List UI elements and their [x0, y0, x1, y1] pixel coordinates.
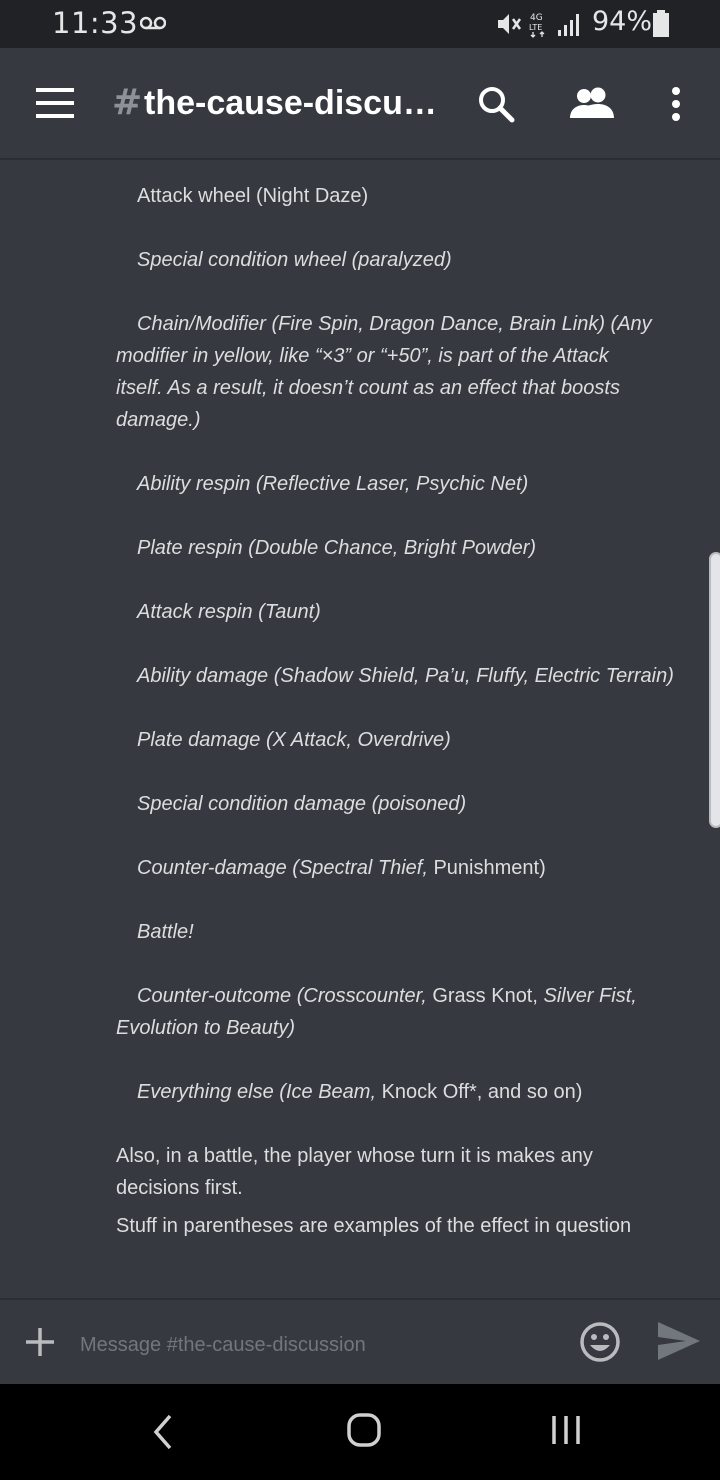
message-line: modifier in yellow, like “×3” or “+50”, …: [116, 340, 706, 372]
message-text: Punishment): [433, 857, 546, 879]
send-icon[interactable]: [656, 1320, 702, 1362]
message-text: modifier in yellow, like “×3” or “+50”, …: [116, 345, 609, 367]
message-text: Grass Knot,: [432, 985, 544, 1007]
message-line: damage.): [116, 404, 706, 436]
message-text: Knock Off*, and so on): [381, 1081, 583, 1103]
message-line: Chain/Modifier (Fire Spin, Dragon Dance,…: [116, 308, 706, 340]
message-line: Attack respin (Taunt): [116, 596, 706, 628]
message-text: Stuff in parentheses are examples of the…: [116, 1215, 632, 1237]
message-line: Special condition wheel (paralyzed): [116, 244, 706, 276]
home-icon[interactable]: [346, 1412, 382, 1448]
svg-text:LTE: LTE: [529, 23, 542, 32]
lte-icon: 4G LTE: [529, 13, 545, 38]
status-time: 11:33: [52, 6, 139, 40]
signal-icon: [558, 14, 579, 36]
search-icon[interactable]: [476, 84, 516, 124]
message-line: Ability damage (Shadow Shield, Pa’u, Flu…: [116, 660, 706, 692]
message-text: damage.): [116, 409, 201, 431]
message-line: Counter-outcome (Crosscounter, Grass Kno…: [116, 980, 706, 1012]
message-line: Battle!: [116, 916, 706, 948]
message-text: Attack wheel (Night Daze): [137, 185, 369, 207]
message-line: Plate damage (X Attack, Overdrive): [116, 724, 706, 756]
message-line: Ability respin (Reflective Laser, Psychi…: [116, 468, 706, 500]
channel-header: # the-cause-discuss...: [0, 48, 720, 160]
message-text: Plate damage (X Attack, Overdrive): [137, 729, 451, 751]
message-text: Ability damage (Shadow Shield, Pa’u, Flu…: [137, 665, 674, 687]
channel-hash-icon: #: [112, 82, 143, 123]
members-icon[interactable]: [568, 86, 616, 120]
message-line: Counter-damage (Spectral Thief, Punishme…: [116, 852, 706, 884]
voicemail-icon: [140, 16, 166, 30]
message-line: Special condition damage (poisoned): [116, 788, 706, 820]
message-text: Plate respin (Double Chance, Bright Powd…: [137, 537, 537, 559]
message-text: Counter-outcome (Crosscounter,: [137, 985, 433, 1007]
plus-icon[interactable]: [24, 1326, 56, 1358]
system-nav-bar: [0, 1384, 720, 1480]
message-text: Battle!: [137, 921, 194, 943]
message-list[interactable]: Attack wheel (Night Daze) Special conditi…: [0, 160, 720, 1298]
message-text: itself. As a result, it doesn’t count as…: [116, 377, 620, 399]
message-line: itself. As a result, it doesn’t count as…: [116, 372, 706, 404]
message-line: Evolution to Beauty): [116, 1012, 706, 1044]
message-text: Also, in a battle, the player whose turn…: [116, 1145, 593, 1167]
message-text: Special condition damage (poisoned): [137, 793, 467, 815]
back-icon[interactable]: [150, 1412, 176, 1452]
message-text: Everything else (Ice Beam,: [137, 1081, 382, 1103]
message-line: Attack wheel (Night Daze): [116, 180, 706, 212]
message-input[interactable]: [80, 1330, 550, 1360]
message-text: decisions first.: [116, 1177, 243, 1199]
message-line: Stuff in parentheses are examples of the…: [116, 1210, 706, 1242]
message-line: decisions first.: [116, 1172, 706, 1204]
message-text: Silver Fist,: [543, 985, 637, 1007]
message-text: Counter-damage (Spectral Thief,: [137, 857, 434, 879]
svg-text:4G: 4G: [530, 13, 543, 23]
battery-percent: 94%: [592, 6, 653, 37]
message-line: Everything else (Ice Beam, Knock Off*, a…: [116, 1076, 706, 1108]
channel-title[interactable]: the-cause-discuss...: [144, 84, 454, 123]
more-icon[interactable]: [668, 86, 684, 122]
status-bar: 11:33 4G LTE 94%: [0, 0, 720, 48]
mute-icon: [498, 14, 522, 34]
message-line: Plate respin (Double Chance, Bright Powd…: [116, 532, 706, 564]
menu-icon[interactable]: [36, 88, 76, 120]
recents-icon[interactable]: [550, 1414, 582, 1446]
message-text: Evolution to Beauty): [116, 1017, 295, 1039]
message-text: Special condition wheel (paralyzed): [137, 249, 452, 271]
message-line: Also, in a battle, the player whose turn…: [116, 1140, 706, 1172]
emoji-icon[interactable]: [578, 1320, 622, 1364]
message-composer: [0, 1298, 720, 1384]
battery-icon: [653, 10, 669, 37]
message-text: Attack respin (Taunt): [137, 601, 321, 623]
scrollbar-thumb[interactable]: [709, 552, 720, 828]
message-text: Chain/Modifier (Fire Spin, Dragon Dance,…: [137, 313, 652, 335]
message-text: Ability respin (Reflective Laser, Psychi…: [137, 473, 529, 495]
